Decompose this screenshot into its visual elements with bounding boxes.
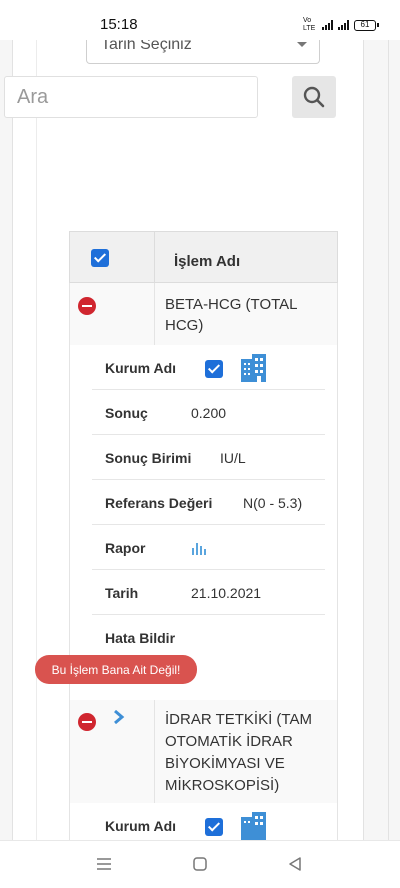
search-icon: [303, 86, 325, 108]
unit-value: IU/L: [220, 450, 246, 466]
battery-icon: 61: [354, 19, 379, 31]
building-icon[interactable]: [238, 811, 268, 841]
institution-checkbox[interactable]: [205, 818, 223, 836]
record-name: BİYOKİMYASI VE: [165, 755, 285, 772]
record-details: Kurum Adı: [69, 803, 338, 843]
detail-row: Referans Değeri N(0 - 5.3): [92, 480, 325, 525]
detail-row: Kurum Adı: [92, 345, 325, 390]
table-row[interactable]: BETA-HCG (TOTAL HCG): [69, 283, 338, 345]
frame-line: [12, 40, 13, 840]
report-error-label: Hata Bildir: [105, 630, 176, 646]
unit-label: Sonuç Birimi: [105, 450, 192, 466]
result-label: Sonuç: [105, 405, 148, 421]
chart-icon[interactable]: [191, 540, 207, 556]
institution-label: Kurum Adı: [105, 360, 177, 376]
search-button[interactable]: [292, 76, 336, 118]
record-name: İDRAR TETKİKİ (TAM: [165, 711, 312, 728]
caret-down-icon: [297, 42, 307, 47]
search-input[interactable]: [4, 76, 258, 118]
remove-icon[interactable]: [78, 713, 96, 731]
chevron-right-icon[interactable]: [112, 710, 126, 724]
institution-label: Kurum Adı: [105, 818, 177, 834]
select-all-checkbox[interactable]: [91, 249, 109, 267]
frame-line: [388, 40, 389, 840]
network-label: Vo LTE: [303, 17, 316, 32]
remove-icon[interactable]: [78, 297, 96, 315]
result-value: 0.200: [191, 405, 227, 421]
record-name: HCG): [165, 317, 204, 334]
detail-row: Sonuç 0.200: [92, 390, 325, 435]
column-header-name: İşlem Adı: [174, 253, 241, 270]
frame-line: [363, 40, 364, 840]
table-row[interactable]: İDRAR TETKİKİ (TAM OTOMATİK İDRAR BİYOKİ…: [69, 700, 338, 803]
reference-label: Referans Değeri: [105, 495, 213, 511]
back-icon[interactable]: [288, 857, 302, 871]
records-table: İşlem Adı BETA-HCG (TOTAL HCG) Kurum Adı: [69, 231, 338, 843]
institution-checkbox[interactable]: [205, 360, 223, 378]
table-header: İşlem Adı: [69, 231, 338, 283]
status-bar: 15:18 Vo LTE 61: [0, 0, 400, 40]
signal-icon-2: [338, 20, 349, 30]
navigation-bar: [0, 840, 400, 888]
date-value: 21.10.2021: [191, 585, 262, 601]
date-label: Tarih: [105, 585, 139, 601]
building-icon[interactable]: [238, 353, 268, 383]
detail-row: Tarih 21.10.2021: [92, 570, 325, 615]
frame-line: [36, 40, 37, 840]
report-error-button[interactable]: Bu İşlem Bana Ait Değil!: [35, 655, 197, 684]
status-icons: Vo LTE 61: [303, 17, 379, 33]
reference-value: N(0 - 5.3): [243, 495, 303, 511]
record-name: MİKROSKOPİSİ): [165, 777, 280, 794]
record-name: OTOMATİK İDRAR: [165, 733, 293, 750]
signal-icon: [322, 20, 333, 30]
menu-icon[interactable]: [96, 857, 112, 871]
record-name: BETA-HCG (TOTAL: [165, 296, 298, 313]
detail-row: Sonuç Birimi IU/L: [92, 435, 325, 480]
status-time: 15:18: [100, 16, 138, 33]
home-icon[interactable]: [193, 857, 207, 871]
report-label: Rapor: [105, 540, 146, 556]
detail-row: Rapor: [92, 525, 325, 570]
record-details: Kurum Adı Sonuç 0.200 Sonuç Birimi IU/L: [69, 345, 338, 700]
